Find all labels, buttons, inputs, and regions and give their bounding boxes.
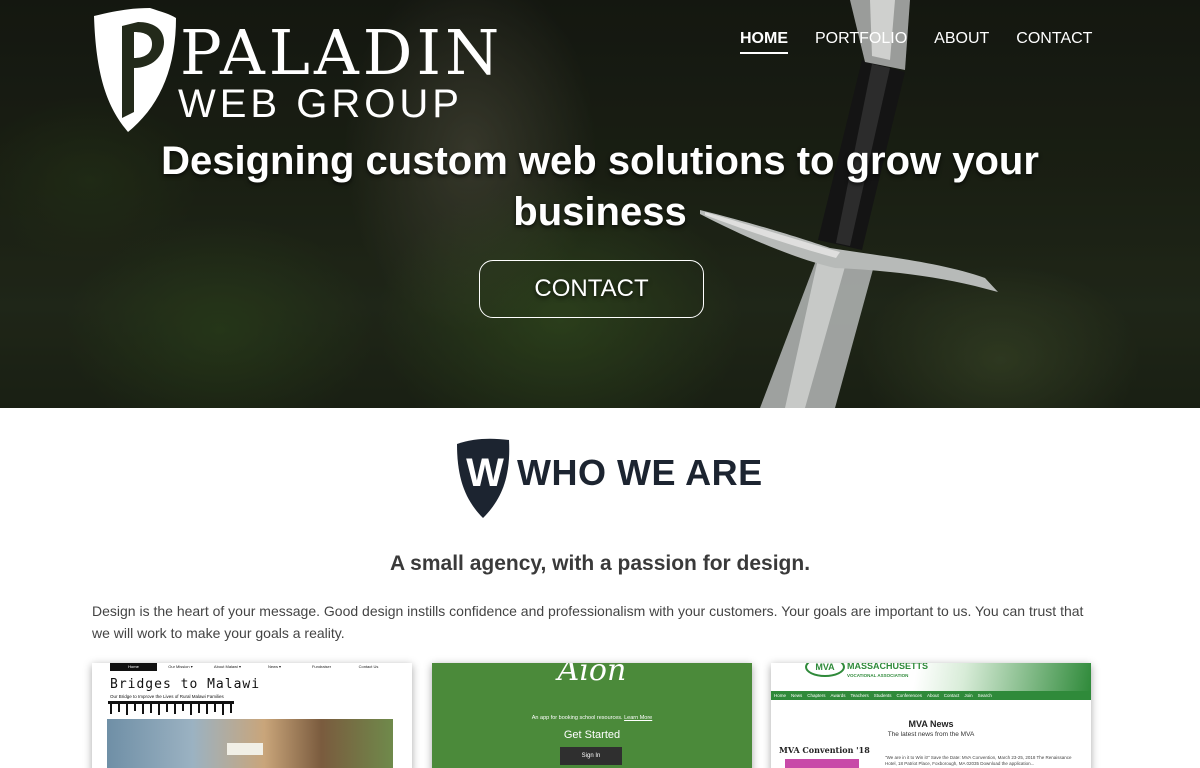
- mva-nav-item: Conferences: [896, 693, 923, 698]
- card1-nav-item: Home: [110, 663, 157, 671]
- mva-nav-item: Students: [873, 693, 892, 698]
- nav-portfolio[interactable]: PORTFOLIO: [815, 30, 907, 54]
- shield-badge-icon: W: [457, 438, 510, 518]
- card1-nav: Home Our Mission ▾ About Malawi ▾ News ▾…: [110, 663, 392, 671]
- aion-description: An app for booking school resources. Lea…: [432, 715, 752, 721]
- mva-nav-item: About: [927, 693, 939, 698]
- portfolio-card-bridges-to-malawi[interactable]: Home Our Mission ▾ About Malawi ▾ News ▾…: [92, 663, 412, 768]
- mva-nav-item: Home: [774, 693, 787, 698]
- intro-paragraph: Design is the heart of your message. Goo…: [92, 603, 1084, 641]
- hero-section: PALADIN WEB GROUP HOME PORTFOLIO ABOUT C…: [0, 0, 1200, 408]
- aion-signin-button: Sign In: [560, 747, 622, 765]
- mva-post-image: [785, 759, 859, 768]
- mva-org-subname: VOCATIONAL ASSOCIATION: [847, 673, 909, 678]
- aion-logo: Aion: [557, 663, 627, 688]
- badge-letter: W: [466, 451, 504, 495]
- aion-description-text: An app for booking school resources.: [531, 715, 623, 721]
- card1-nav-item: About Malawi ▾: [213, 664, 242, 669]
- nav-contact[interactable]: CONTACT: [1016, 30, 1092, 54]
- brand-logo[interactable]: PALADIN WEB GROUP: [90, 8, 499, 136]
- nav-about[interactable]: ABOUT: [934, 30, 989, 54]
- mva-nav-item: Awards: [830, 693, 846, 698]
- mva-news-title: MVA News: [908, 719, 954, 729]
- mva-post-title: MVA Convention '18: [779, 745, 870, 755]
- mva-nav: Home News Chapters Awards Teachers Stude…: [771, 691, 1091, 700]
- nav-home[interactable]: HOME: [740, 30, 788, 54]
- mva-nav-item: Search: [977, 693, 992, 698]
- hero-headline: Designing custom web solutions to grow y…: [161, 139, 1039, 234]
- card1-nav-item: Contact Us: [358, 664, 379, 669]
- portfolio-card-aion[interactable]: Aion An app for booking school resources…: [432, 663, 752, 768]
- card1-photo-sign: [227, 743, 263, 755]
- mva-nav-item: Teachers: [850, 693, 869, 698]
- aion-get-started: Get Started: [563, 729, 621, 741]
- portfolio-card-mva[interactable]: MVA MASSACHUSETTS VOCATIONAL ASSOCIATION…: [771, 663, 1091, 768]
- card1-subtitle: Our Bridge to Improve the Lives of Rural…: [110, 694, 224, 699]
- hero-contact-button[interactable]: CONTACT: [479, 260, 704, 318]
- main-nav: HOME PORTFOLIO ABOUT CONTACT: [740, 30, 1092, 54]
- card1-title: Bridges to Malawi: [110, 677, 261, 692]
- mva-org-name: MASSACHUSETTS: [847, 663, 929, 671]
- mva-post-text: "We are in it to Win it!" Save the Date:…: [885, 755, 1072, 766]
- aion-learn-more-link: Learn More: [624, 715, 653, 721]
- logo-wordmark: PALADIN: [180, 16, 504, 89]
- portfolio-cards: Home Our Mission ▾ About Malawi ▾ News ▾…: [92, 663, 1092, 768]
- logo-subtext: WEB GROUP: [178, 82, 463, 126]
- shield-logo-icon: [94, 8, 176, 132]
- fringe-decoration-icon: [108, 701, 234, 715]
- mva-nav-item: Contact: [943, 693, 960, 698]
- who-we-are-title: WHO WE ARE: [517, 452, 763, 493]
- mva-nav-item: News: [791, 693, 803, 698]
- card1-nav-item: Our Mission ▾: [168, 664, 193, 669]
- mva-nav-item: Join: [964, 693, 973, 698]
- who-we-are-section: W WHO WE ARE A small agency, with a pass…: [0, 408, 1200, 768]
- tagline: A small agency, with a passion for desig…: [389, 552, 811, 575]
- mva-nav-item: Chapters: [807, 693, 826, 698]
- card1-nav-item: Fundraiser: [311, 664, 332, 669]
- mva-news-subtitle: The latest news from the MVA: [887, 731, 975, 738]
- card1-nav-item: News ▾: [267, 664, 282, 669]
